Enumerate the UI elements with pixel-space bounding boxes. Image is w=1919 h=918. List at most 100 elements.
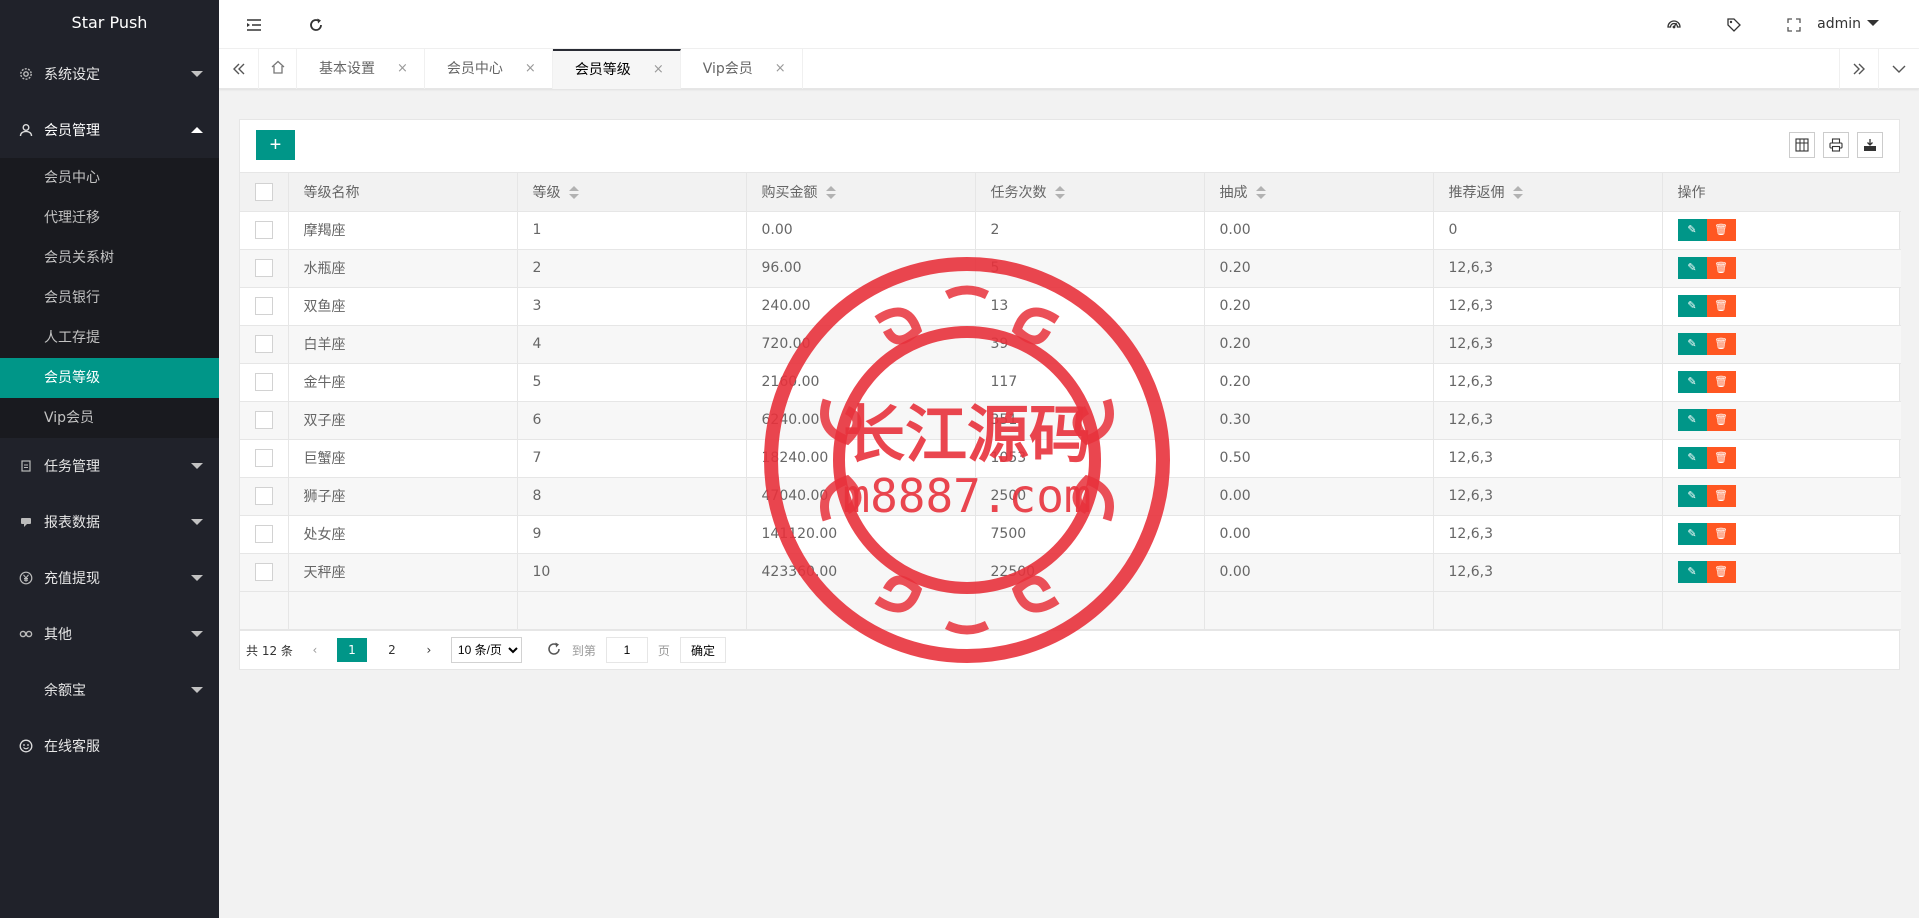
trash-icon[interactable]: 🗑 xyxy=(1706,371,1736,393)
edit-icon[interactable]: ✎ xyxy=(1677,295,1707,317)
trash-icon[interactable]: 🗑 xyxy=(1706,523,1736,545)
pager-prev-icon[interactable]: ‹ xyxy=(303,643,327,657)
cell-referral-rebate: 12,6,3 xyxy=(1433,249,1663,288)
app-logo[interactable]: Star Push xyxy=(0,0,219,46)
nav-online-service[interactable]: 在线客服 xyxy=(0,718,219,774)
menu-fold-icon[interactable] xyxy=(239,0,269,49)
sidebar-item-agent-migration[interactable]: 代理迁移 xyxy=(0,198,219,238)
col-header-commission[interactable]: 抽成 xyxy=(1204,173,1434,212)
row-checkbox[interactable] xyxy=(255,335,273,353)
user-menu[interactable]: admin xyxy=(1817,0,1879,49)
sidebar-item-member-tree[interactable]: 会员关系树 xyxy=(0,238,219,278)
trash-icon[interactable]: 🗑 xyxy=(1706,409,1736,431)
select-all-checkbox[interactable] xyxy=(255,182,273,201)
edit-icon[interactable]: ✎ xyxy=(1677,561,1707,583)
sort-icon[interactable] xyxy=(568,185,579,200)
sidebar-item-member-center[interactable]: 会员中心 xyxy=(0,158,219,198)
pager-page-1[interactable]: 1 xyxy=(336,638,367,662)
pager-refresh-icon[interactable] xyxy=(546,641,562,660)
sort-icon[interactable] xyxy=(1255,185,1266,200)
trash-icon[interactable]: 🗑 xyxy=(1706,219,1736,241)
trash-icon[interactable]: 🗑 xyxy=(1706,485,1736,507)
refresh-icon[interactable] xyxy=(301,0,331,49)
trash-icon[interactable]: 🗑 xyxy=(1706,333,1736,355)
tab-member-level[interactable]: 会员等级 × xyxy=(552,49,681,89)
pager-next-icon[interactable]: › xyxy=(417,643,441,657)
nav-balance-treasure[interactable]: 余额宝 xyxy=(0,662,219,718)
close-icon[interactable]: × xyxy=(397,49,408,89)
table-row: 狮子座 8 47040.00 2500 0.00 12,6,3 ✎ 🗑 xyxy=(240,477,1901,516)
cell-purchase-amount: 423360.00 xyxy=(746,553,976,592)
close-icon[interactable]: × xyxy=(653,51,664,89)
row-checkbox[interactable] xyxy=(255,259,273,277)
sort-icon[interactable] xyxy=(1512,185,1523,200)
page-size-select[interactable]: 10 条/页 xyxy=(450,637,522,663)
close-icon[interactable]: × xyxy=(525,49,536,89)
close-icon[interactable]: × xyxy=(775,49,786,89)
row-checkbox[interactable] xyxy=(255,487,273,505)
edit-icon[interactable]: ✎ xyxy=(1677,219,1707,241)
row-checkbox[interactable] xyxy=(255,449,273,467)
row-checkbox[interactable] xyxy=(255,373,273,391)
tab-member-center[interactable]: 会员中心 × xyxy=(425,49,553,89)
sidebar-item-manual-deposit[interactable]: 人工存提 xyxy=(0,318,219,358)
trash-icon[interactable]: 🗑 xyxy=(1706,447,1736,469)
nav-reports[interactable]: 报表数据 xyxy=(0,494,219,550)
nav-system-settings[interactable]: 系统设定 xyxy=(0,46,219,102)
nav-member-management[interactable]: 会员管理 xyxy=(0,102,219,158)
edit-icon[interactable]: ✎ xyxy=(1677,371,1707,393)
tag-icon[interactable] xyxy=(1719,0,1749,49)
edit-icon[interactable]: ✎ xyxy=(1677,485,1707,507)
edit-icon[interactable]: ✎ xyxy=(1677,257,1707,279)
pager-page-2[interactable]: 2 xyxy=(377,638,407,662)
tab-vip[interactable]: Vip会员 × xyxy=(681,49,803,89)
sort-icon[interactable] xyxy=(1054,185,1065,200)
cell-task-count: 39 xyxy=(975,325,1205,364)
cell-purchase-amount: 0.00 xyxy=(746,211,976,250)
sidebar-item-member-level[interactable]: 会员等级 xyxy=(0,358,219,398)
pager-confirm-button[interactable]: 确定 xyxy=(679,637,726,663)
fullscreen-icon[interactable] xyxy=(1779,0,1809,49)
nav-recharge-withdraw[interactable]: 充值提现 xyxy=(0,550,219,606)
pager-goto-input[interactable] xyxy=(605,637,648,663)
export-icon[interactable] xyxy=(1857,132,1883,158)
columns-filter-icon[interactable] xyxy=(1789,132,1815,158)
row-checkbox[interactable] xyxy=(255,525,273,543)
tab-basic-settings[interactable]: 基本设置 × xyxy=(297,49,425,89)
home-tab[interactable] xyxy=(259,49,297,89)
chevron-down-icon xyxy=(191,575,203,581)
theme-icon[interactable] xyxy=(1659,0,1689,49)
col-header-task-count[interactable]: 任务次数 xyxy=(975,173,1205,212)
tabs-scroll-right-icon[interactable] xyxy=(1839,49,1879,89)
row-checkbox[interactable] xyxy=(255,411,273,429)
sidebar-item-vip[interactable]: Vip会员 xyxy=(0,398,219,438)
edit-icon[interactable]: ✎ xyxy=(1677,447,1707,469)
cell-level-name: 摩羯座 xyxy=(288,211,518,250)
tabs-scroll-left-icon[interactable] xyxy=(219,49,259,89)
nav-group-members: 会员管理 会员中心 代理迁移 会员关系树 会员银行 人工存提 会员等级 Vip会… xyxy=(0,102,219,438)
print-icon[interactable] xyxy=(1823,132,1849,158)
pager-goto-label: 到第 xyxy=(571,643,596,658)
add-button[interactable]: + xyxy=(256,130,295,160)
tab-label: 会员中心 xyxy=(446,61,503,77)
nav-other[interactable]: 其他 xyxy=(0,606,219,662)
trash-icon[interactable]: 🗑 xyxy=(1706,295,1736,317)
trash-icon[interactable]: 🗑 xyxy=(1706,561,1736,583)
col-header-level[interactable]: 等级 xyxy=(517,173,747,212)
row-checkbox[interactable] xyxy=(255,221,273,239)
tabs: 基本设置 × 会员中心 × 会员等级 × Vip会员 × xyxy=(259,49,803,89)
edit-icon[interactable]: ✎ xyxy=(1677,409,1707,431)
edit-icon[interactable]: ✎ xyxy=(1677,333,1707,355)
nav-task-management[interactable]: 任务管理 xyxy=(0,438,219,494)
trash-icon[interactable]: 🗑 xyxy=(1706,257,1736,279)
col-header-referral-rebate[interactable]: 推荐返佣 xyxy=(1433,173,1663,212)
edit-icon[interactable]: ✎ xyxy=(1677,523,1707,545)
col-header-purchase-amount[interactable]: 购买金额 xyxy=(746,173,976,212)
cell-referral-rebate: 12,6,3 xyxy=(1433,325,1663,364)
row-checkbox[interactable] xyxy=(255,297,273,315)
sort-icon[interactable] xyxy=(825,185,836,200)
tabs-menu-chevron-down-icon[interactable] xyxy=(1879,49,1919,89)
row-checkbox[interactable] xyxy=(255,563,273,581)
cell-actions: ✎ 🗑 xyxy=(1662,553,1901,592)
sidebar-item-member-bank[interactable]: 会员银行 xyxy=(0,278,219,318)
